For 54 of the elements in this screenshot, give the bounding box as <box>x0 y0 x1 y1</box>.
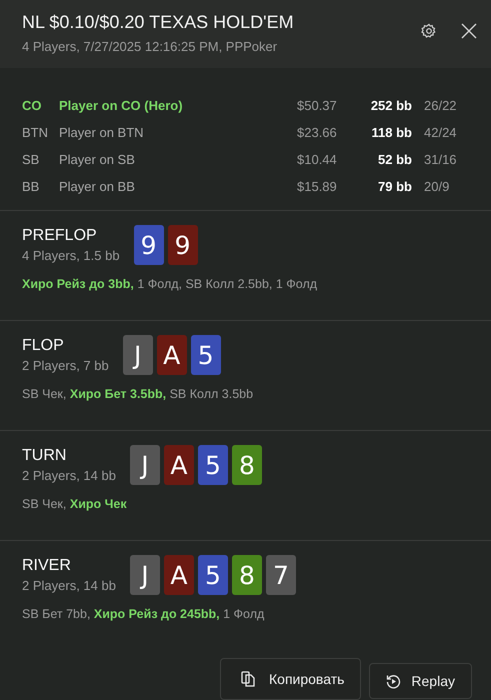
street-info: 2 Players, 14 bb <box>22 578 116 593</box>
street-name: PREFLOP <box>22 227 98 245</box>
playing-card: 8 <box>232 555 262 595</box>
copy-button[interactable]: Копировать <box>220 658 362 700</box>
player-position: BTN <box>22 125 49 140</box>
player-stack: $10.44 <box>297 152 338 167</box>
player-stack: $15.89 <box>297 179 338 194</box>
player-stack-bb: 118 bb <box>370 125 413 140</box>
player-name: Player on CO (Hero) <box>59 98 184 113</box>
playing-card: A <box>164 555 194 595</box>
player-position: SB <box>22 152 40 167</box>
street-info: 2 Players, 14 bb <box>22 468 116 483</box>
hand-info: 4 Players, 7/27/2025 12:16:25 PM, PPPoker <box>22 39 278 54</box>
player-name: Player on BB <box>59 179 136 194</box>
playing-card: 9 <box>168 225 198 265</box>
player-stats: 20/9 <box>424 179 450 194</box>
settings-icon[interactable] <box>421 23 437 39</box>
playing-card: 7 <box>266 555 296 595</box>
playing-card: 9 <box>134 225 164 265</box>
player-name: Player on BTN <box>59 125 145 140</box>
playing-card: 5 <box>198 555 228 595</box>
player-stack-bb: 52 bb <box>377 152 413 167</box>
playing-card: 8 <box>232 445 262 485</box>
playing-card: A <box>156 335 187 375</box>
player-position: BB <box>22 179 40 194</box>
player-stats: 26/22 <box>424 98 458 113</box>
playing-card: A <box>164 445 194 485</box>
street-info: 4 Players, 1.5 bb <box>22 248 120 263</box>
playing-card: 5 <box>198 445 228 485</box>
player-stack-bb: 79 bb <box>377 179 413 194</box>
street-actions: SB Бет 7bb, Хиро Рейз до 245bb, 1 Фолд <box>22 607 266 621</box>
player-stats: 31/16 <box>424 152 458 167</box>
street-actions: SB Чек, Хиро Чек <box>22 497 128 511</box>
replay-button[interactable]: Replay <box>369 663 472 699</box>
player-name: Player on SB <box>59 152 136 167</box>
playing-card: 5 <box>190 335 221 375</box>
player-position: CO <box>22 98 42 113</box>
street-info: 2 Players, 7 bb <box>22 358 109 373</box>
street-name: RIVER <box>22 557 72 575</box>
player-stats: 42/24 <box>424 125 458 140</box>
player-stack: $50.37 <box>297 98 338 113</box>
street-actions: Хиро Рейз до 3bb, 1 Фолд, SB Колл 2.5bb, 1 Фолд <box>22 277 318 291</box>
street-actions: SB Чек, Хиро Бет 3.5bb, SB Колл 3.5bb <box>22 387 254 401</box>
playing-card: J <box>122 335 153 375</box>
street-name: FLOP <box>22 337 65 355</box>
player-stack: $23.66 <box>297 125 338 140</box>
street-name: TURN <box>22 447 68 465</box>
window-title: NL $0.10/$0.20 TEXAS HOLD'EM <box>22 12 295 33</box>
player-stack-bb: 252 bb <box>370 98 413 113</box>
close-icon[interactable] <box>461 23 477 39</box>
replay-icon <box>386 674 402 688</box>
copy-icon <box>241 671 256 687</box>
playing-card: J <box>130 555 160 595</box>
playing-card: J <box>130 445 160 485</box>
